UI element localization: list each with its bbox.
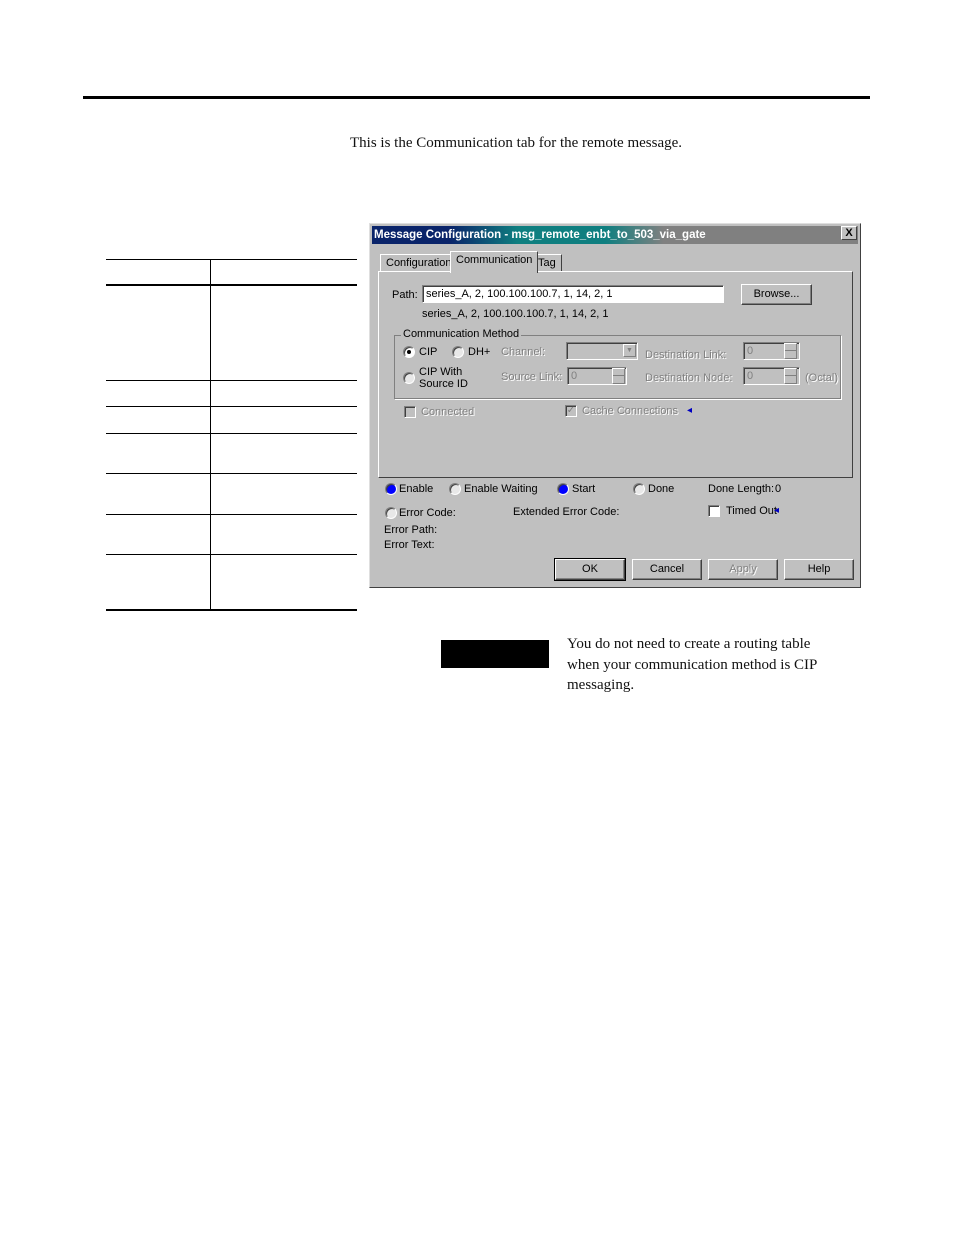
tab-configuration[interactable]: Configuration — [380, 254, 458, 272]
enable-waiting-label: Enable Waiting — [464, 483, 538, 495]
source-link-label: Source Link: — [501, 371, 563, 383]
header-rule — [83, 96, 870, 99]
enable-indicator — [385, 483, 397, 495]
source-link-spinner[interactable] — [612, 368, 625, 384]
done-label: Done — [648, 483, 675, 495]
important-label-box — [441, 640, 549, 668]
cip-label: CIP — [419, 346, 438, 358]
arrow-left-icon: ◂ — [774, 505, 780, 516]
table-row — [106, 555, 357, 611]
tab-communication[interactable]: Communication — [450, 251, 539, 273]
start-indicator — [557, 483, 569, 495]
cache-connections-checkbox[interactable]: ✓ — [565, 405, 577, 417]
error-code-indicator — [385, 507, 397, 519]
error-path-label: Error Path: — [384, 524, 438, 536]
message-configuration-dialog: Message Configuration - msg_remote_enbt_… — [369, 223, 861, 588]
path-input[interactable]: series_A, 2, 100.100.100.7, 1, 14, 2, 1 — [422, 285, 724, 303]
cip-source-label-1: CIP With — [419, 366, 463, 378]
cip-radio[interactable] — [403, 346, 415, 358]
cip-source-id-radio[interactable] — [403, 372, 415, 384]
dest-node-label: Destination Node: — [645, 372, 733, 384]
error-code-label: Error Code: — [399, 507, 456, 519]
arrow-left-icon: ◂ — [687, 405, 693, 416]
table-row — [106, 474, 357, 515]
dialog-title: Message Configuration - msg_remote_enbt_… — [374, 229, 706, 241]
communication-method-title: Communication Method — [401, 328, 522, 340]
dhplus-radio[interactable] — [452, 346, 464, 358]
path-resolved-text: series_A, 2, 100.100.100.7, 1, 14, 2, 1 — [422, 308, 609, 320]
ok-button[interactable]: OK — [554, 558, 626, 581]
table-row — [106, 434, 357, 474]
octal-label: (Octal) — [805, 372, 838, 384]
reference-table — [106, 259, 357, 611]
timed-out-checkbox[interactable] — [708, 505, 720, 517]
apply-button[interactable]: Apply — [708, 559, 778, 580]
close-button[interactable]: X — [841, 226, 857, 240]
dest-link-spinner[interactable] — [784, 343, 797, 359]
connected-label: Connected — [421, 406, 475, 418]
done-length-value: 0 — [775, 483, 782, 495]
dest-node-spinner[interactable] — [784, 368, 797, 384]
table-row — [106, 515, 357, 555]
table-row — [106, 381, 357, 407]
dhplus-label: DH+ — [468, 346, 491, 358]
start-label: Start — [572, 483, 596, 495]
path-label: Path: — [392, 289, 418, 301]
communication-method-group: Communication Method CIP DH+ Channel: ▼ … — [394, 328, 841, 399]
dest-link-label: Destination Link: — [645, 349, 727, 361]
cancel-button[interactable]: Cancel — [632, 559, 702, 580]
cache-connections-label: Cache Connections — [582, 405, 679, 417]
enable-label: Enable — [399, 483, 434, 495]
channel-dropdown[interactable]: ▼ — [566, 342, 638, 360]
enable-waiting-indicator — [449, 483, 461, 495]
connected-checkbox[interactable] — [404, 406, 416, 418]
close-icon: X — [845, 227, 853, 239]
table-header-row — [106, 259, 357, 286]
done-indicator — [633, 483, 645, 495]
table-row — [106, 407, 357, 434]
error-text-label: Error Text: — [384, 539, 435, 551]
dialog-titlebar[interactable]: Message Configuration - msg_remote_enbt_… — [372, 226, 858, 244]
note-text: You do not need to create a routing tabl… — [567, 636, 817, 693]
channel-label: Channel: — [501, 346, 546, 358]
browse-button[interactable]: Browse... — [741, 284, 812, 305]
communication-panel: Path: series_A, 2, 100.100.100.7, 1, 14,… — [378, 271, 853, 478]
chevron-down-icon: ▼ — [623, 344, 636, 357]
done-length-label: Done Length: — [708, 483, 775, 495]
cip-source-label-2: Source ID — [419, 378, 468, 390]
help-button[interactable]: Help — [784, 559, 854, 580]
table-row — [106, 286, 357, 381]
timed-out-label: Timed Out — [726, 505, 777, 517]
intro-text: This is the Communication tab for the re… — [350, 135, 683, 151]
extended-error-code-label: Extended Error Code: — [513, 506, 620, 518]
